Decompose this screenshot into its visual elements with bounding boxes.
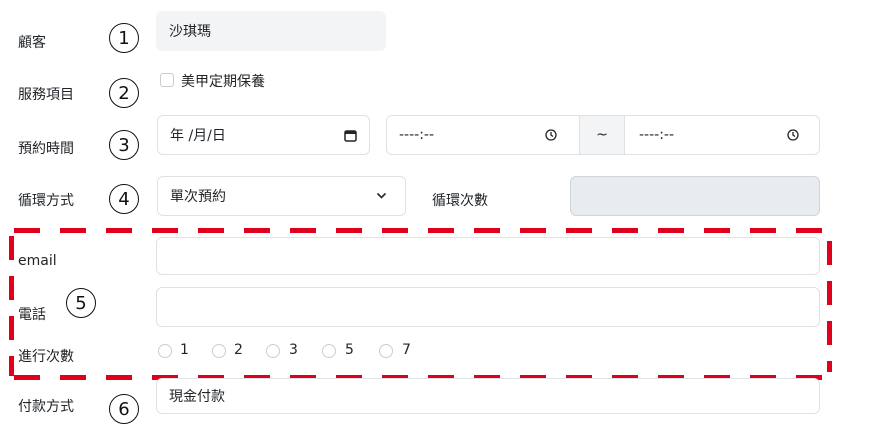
marker-6: 6 (109, 394, 139, 424)
start-time-value: ----:-- (399, 127, 435, 143)
calendar-icon[interactable] (344, 129, 357, 142)
customer-label: 顧客 (18, 35, 46, 51)
visits-option-1: 1 (180, 342, 189, 358)
chevron-down-icon (376, 192, 387, 199)
customer-field[interactable]: 沙琪瑪 (156, 11, 386, 51)
marker-2: 2 (109, 78, 139, 108)
recurrence-count-label: 循環次數 (432, 193, 488, 209)
start-time-input[interactable]: ----:-- (387, 116, 579, 154)
payment-label: 付款方式 (18, 399, 74, 415)
visits-option-7: 7 (402, 342, 411, 358)
marker-1: 1 (109, 23, 139, 53)
marker-3: 3 (109, 130, 139, 160)
marker-5: 5 (66, 288, 96, 318)
phone-label: 電話 (18, 307, 46, 323)
clock-icon[interactable] (545, 129, 557, 141)
highlight-border-left (9, 236, 14, 376)
phone-field[interactable] (156, 287, 820, 327)
recurrence-selected: 單次預約 (170, 189, 226, 205)
visits-option-2: 2 (234, 342, 243, 358)
service-label: 服務項目 (18, 87, 74, 103)
recurrence-label: 循環方式 (18, 193, 74, 209)
payment-field[interactable]: 現金付款 (156, 378, 820, 414)
visits-option-3: 3 (289, 342, 298, 358)
recurrence-select[interactable]: 單次預約 (157, 176, 406, 216)
visits-label: 進行次數 (18, 349, 74, 365)
clock-icon[interactable] (787, 129, 799, 141)
time-separator: ~ (579, 116, 625, 154)
time-range-group: ----:-- ~ ----:-- (386, 115, 820, 155)
visits-radio-7[interactable] (379, 344, 393, 358)
marker-4: 4 (109, 184, 139, 214)
service-option-label[interactable]: 美甲定期保養 (181, 71, 265, 91)
email-label: email (18, 253, 57, 269)
service-checkbox[interactable] (160, 73, 174, 87)
recurrence-count-input[interactable] (570, 176, 820, 216)
date-placeholder: 年 /月/日 (170, 128, 226, 144)
visits-radio-2[interactable] (212, 344, 226, 358)
visits-radio-1[interactable] (158, 344, 172, 358)
visits-option-5: 5 (345, 342, 354, 358)
highlight-border-top (14, 228, 822, 233)
visits-radio-5[interactable] (322, 344, 336, 358)
highlight-border-right (827, 241, 832, 372)
end-time-value: ----:-- (639, 127, 675, 143)
end-time-input[interactable]: ----:-- (625, 116, 819, 154)
date-input[interactable]: 年 /月/日 (157, 115, 370, 155)
email-field[interactable] (156, 237, 820, 275)
visits-radio-3[interactable] (266, 344, 280, 358)
appointment-label: 預約時間 (18, 141, 74, 157)
